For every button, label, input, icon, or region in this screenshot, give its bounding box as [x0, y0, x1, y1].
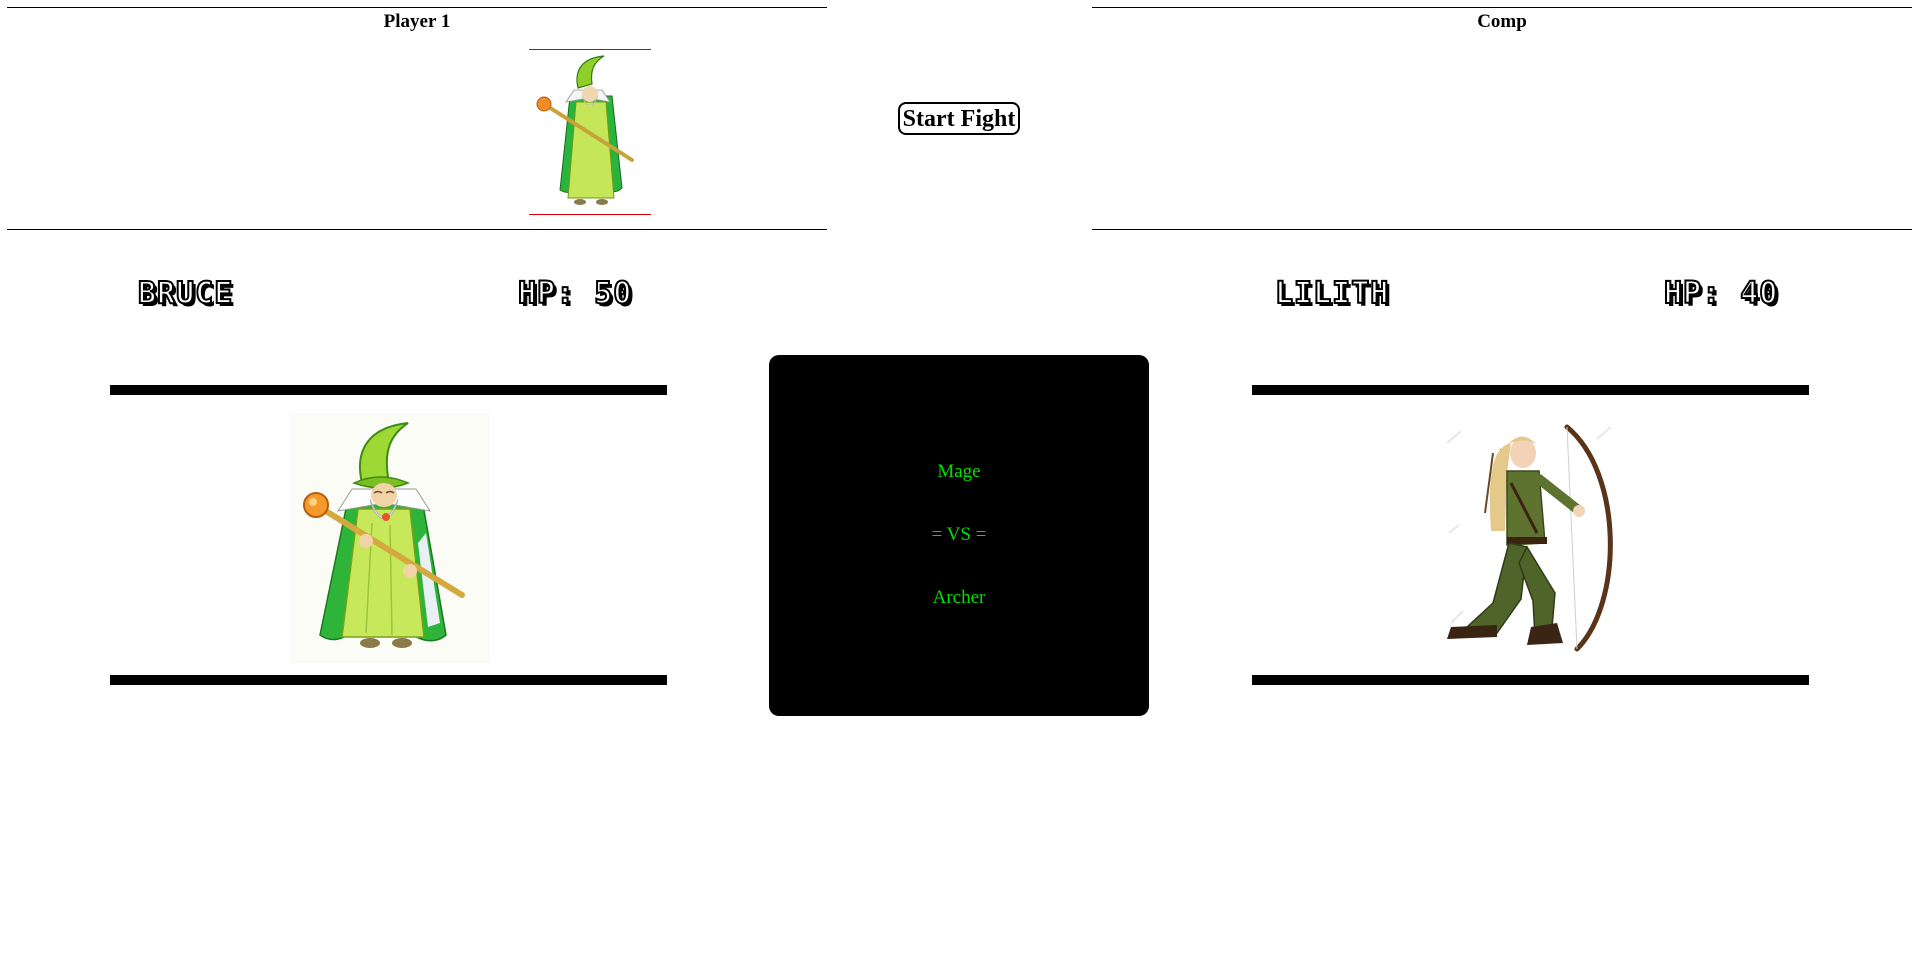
computer-hp: HP: 40 — [1663, 275, 1779, 312]
player-hp: HP: 50 — [517, 275, 633, 312]
player-class-label: Mage — [937, 461, 981, 482]
computer-fighter-image — [1427, 413, 1627, 663]
player-arena-top-bar — [110, 385, 667, 395]
comp-roster-title: Comp — [1477, 11, 1527, 32]
computer-arena — [1252, 385, 1809, 685]
computer-name: LILITH — [1274, 275, 1390, 312]
computer-arena-bottom-bar — [1252, 675, 1809, 685]
roster-mage-thumbnail[interactable] — [529, 49, 651, 215]
start-fight-button[interactable]: Start Fight — [898, 102, 1020, 135]
versus-panel: Mage = VS = Archer — [769, 355, 1149, 716]
player-roster-panel: Player 1 — [7, 7, 827, 230]
player-fighter-image — [290, 413, 490, 663]
comp-roster-panel: Comp — [1092, 7, 1912, 230]
player-roster-title: Player 1 — [383, 11, 451, 32]
computer-arena-top-bar — [1252, 385, 1809, 395]
player-arena-bottom-bar — [110, 675, 667, 685]
vs-label: = VS = — [931, 524, 987, 545]
player-name: BRUCE — [137, 275, 234, 312]
elf-archer-icon — [1427, 413, 1627, 663]
game-stage: Player 1 Comp Start Fight BRUCE HP: 50 L… — [0, 0, 1918, 964]
player-arena — [110, 385, 667, 685]
mage-wizard-thumb-icon — [536, 55, 634, 205]
mage-wizard-icon — [290, 413, 490, 663]
computer-class-label: Archer — [932, 587, 986, 608]
